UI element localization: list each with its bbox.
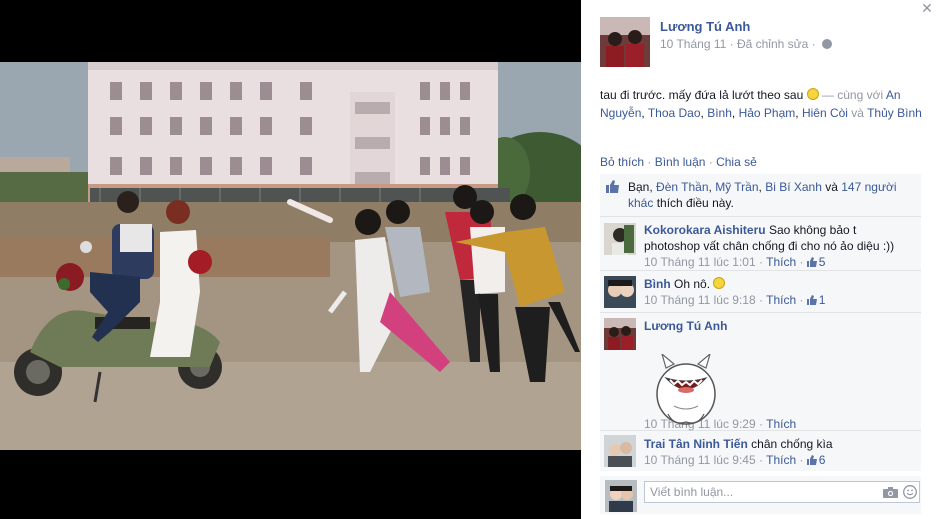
- avatar-image: [604, 276, 636, 308]
- globe-icon[interactable]: [822, 39, 833, 49]
- emoji-icon: [713, 277, 726, 289]
- post-header: Lương Tú Anh 10 Tháng 11 · Đã chỉnh sửa …: [600, 17, 919, 67]
- post-panel: ✕ Lương Tú Anh 10 Tháng 11 · Đã chỉnh sử…: [581, 0, 939, 519]
- share-link[interactable]: Chia sẻ: [716, 155, 757, 169]
- commenter-avatar[interactable]: [604, 223, 636, 255]
- commenter-avatar[interactable]: [604, 318, 636, 350]
- avatar-image: [605, 480, 637, 512]
- liker-link[interactable]: Đèn Thần: [656, 180, 708, 194]
- comment-like-count[interactable]: 1: [806, 293, 825, 307]
- owner-avatar[interactable]: [600, 17, 650, 67]
- commenter-avatar[interactable]: [604, 435, 636, 467]
- commenter-avatar[interactable]: [604, 276, 636, 308]
- tagged-user[interactable]: Hiên Còi: [802, 106, 848, 120]
- liker-link[interactable]: Mỹ Trần: [715, 180, 758, 194]
- thumbs-up-icon: [806, 295, 817, 305]
- emoticon-icon[interactable]: [903, 485, 917, 499]
- avatar-image: [604, 223, 636, 255]
- avatar-image: [600, 17, 650, 67]
- comment-time[interactable]: 10 Tháng 11 lúc 1:01: [644, 255, 756, 269]
- comment-like-link[interactable]: Thích: [766, 293, 796, 307]
- owner-name[interactable]: Lương Tú Anh: [660, 19, 750, 34]
- avatar-image: [604, 318, 636, 350]
- liker-link[interactable]: Bi Bí Xanh: [765, 180, 822, 194]
- tagged-user[interactable]: Bình: [707, 106, 732, 120]
- thumbs-up-icon: [606, 180, 619, 193]
- close-icon[interactable]: ✕: [920, 0, 934, 16]
- edited-label[interactable]: Đã chỉnh sửa: [737, 37, 808, 51]
- emoji-icon: [806, 88, 819, 100]
- thumbs-up-icon: [806, 257, 817, 267]
- comment-text: chân chống kìa: [751, 437, 833, 451]
- post-meta: 10 Tháng 11 · Đã chỉnh sửa ·: [660, 37, 833, 51]
- comment-like-link[interactable]: Thích: [766, 255, 796, 269]
- unlike-link[interactable]: Bỏ thích: [600, 155, 644, 169]
- comment-item: Lương Tú Anh 10 Tháng 11 lúc 9:29 · Thíc…: [600, 313, 921, 431]
- comment-meta: 10 Tháng 11 lúc 9:45 · Thích · 6: [644, 453, 826, 467]
- thumbs-up-icon: [806, 455, 817, 465]
- photo-viewer: [0, 0, 581, 519]
- post-caption: tau đi trước. mấy đứa lả lướt theo sau —…: [600, 88, 922, 120]
- comment-like-count[interactable]: 5: [806, 255, 825, 269]
- sticker-image[interactable]: [654, 354, 718, 428]
- tagged-user[interactable]: Thủy Bình: [867, 106, 922, 120]
- comment-meta: 10 Tháng 11 lúc 9:18 · Thích · 1: [644, 293, 826, 307]
- photo-scene: [0, 62, 581, 450]
- tagged-user[interactable]: Hảo Phạm: [739, 106, 796, 120]
- post-actions: Bỏ thích · Bình luận · Chia sẻ: [600, 155, 757, 169]
- comment-item: Bình Oh nô. 10 Tháng 11 lúc 9:18 · Thích…: [600, 271, 921, 313]
- comment-like-link[interactable]: Thích: [766, 417, 796, 431]
- avatar-image: [604, 435, 636, 467]
- comment-item: Kokorokara Aishiteru Sao không bảo t pho…: [600, 217, 921, 271]
- comment-meta: 10 Tháng 11 lúc 1:01 · Thích · 5: [644, 255, 826, 269]
- tagged-user[interactable]: Thoa Dao: [648, 106, 701, 120]
- comment-input[interactable]: [644, 481, 920, 503]
- comment-text: Oh nô.: [674, 277, 714, 291]
- likes-summary: Bạn, Đèn Thần, Mỹ Trần, Bi Bí Xanh và 14…: [600, 174, 921, 217]
- viewer-avatar: [605, 480, 637, 512]
- comment-time[interactable]: 10 Tháng 11 lúc 9:18: [644, 293, 756, 307]
- comment-like-link[interactable]: Thích: [766, 453, 796, 467]
- comment-item: Trai Tân Ninh Tiến chân chống kìa 10 Thá…: [600, 431, 921, 471]
- photo-image[interactable]: [0, 62, 581, 450]
- comment-author[interactable]: Trai Tân Ninh Tiến: [644, 437, 748, 451]
- comment-author[interactable]: Kokorokara Aishiteru: [644, 223, 766, 237]
- comment-author[interactable]: Lương Tú Anh: [644, 319, 727, 333]
- comment-time[interactable]: 10 Tháng 11 lúc 9:45: [644, 453, 756, 467]
- comment-composer: [600, 476, 921, 514]
- post-date[interactable]: 10 Tháng 11: [660, 37, 726, 51]
- comment-like-count[interactable]: 6: [806, 453, 825, 467]
- feedback-box: Bạn, Đèn Thần, Mỹ Trần, Bi Bí Xanh và 14…: [600, 174, 921, 471]
- caption-text: tau đi trước. mấy đứa lả lướt theo sau: [600, 88, 807, 102]
- comment-author[interactable]: Bình: [644, 277, 671, 291]
- camera-icon[interactable]: [883, 487, 898, 498]
- comment-link[interactable]: Bình luận: [655, 155, 706, 169]
